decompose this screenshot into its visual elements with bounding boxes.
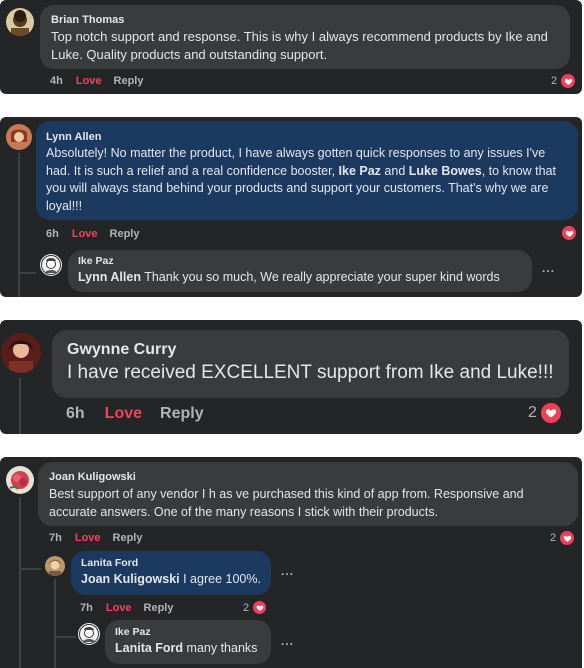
comment-bubble: Joan Kuligowski Best support of any vend… [38, 462, 578, 526]
reply-connector [19, 568, 41, 570]
comment-author[interactable]: Lynn Allen [46, 130, 568, 144]
comment-time[interactable]: 7h [49, 532, 62, 544]
reaction-count: 2 [243, 601, 250, 614]
reply-time[interactable]: 7h [80, 602, 93, 614]
comment-actions: 6h Love Reply [46, 228, 140, 240]
mention-joan-kuligowski[interactable]: Joan Kuligowski [81, 572, 180, 586]
comment-bubble: Brian Thomas Top notch support and respo… [40, 5, 570, 69]
comment-author[interactable]: Gwynne Curry [67, 340, 554, 360]
reply-actions: 7h Love Reply [80, 602, 174, 614]
more-options-icon[interactable]: ... [281, 564, 294, 578]
mention-lynn-allen[interactable]: Lynn Allen [78, 270, 141, 284]
heart-icon [251, 599, 269, 616]
reply-button[interactable]: Reply [113, 532, 143, 544]
reply-author[interactable]: Ike Paz [78, 255, 522, 268]
reply-text: Lanita Ford many thanks [115, 641, 258, 655]
thread-line [54, 579, 56, 668]
avatar-ike-paz[interactable] [40, 254, 62, 276]
reaction-summary[interactable]: 2 [528, 401, 563, 425]
avatar-brian-thomas[interactable] [6, 8, 34, 36]
love-button[interactable]: Love [75, 532, 101, 544]
thread-line [18, 153, 20, 297]
comment-bubble-highlighted: Lynn Allen Absolutely! No matter the pro… [36, 121, 578, 220]
reaction-summary[interactable] [560, 224, 578, 242]
mention-lanita-ford[interactable]: Lanita Ford [115, 641, 183, 655]
reply-button[interactable]: Reply [160, 405, 204, 423]
more-options-icon[interactable]: ... [281, 634, 294, 648]
comment-author[interactable]: Joan Kuligowski [49, 470, 567, 484]
comment-card-joan-kuligowski: Joan Kuligowski Best support of any vend… [0, 457, 582, 668]
comment-card-lynn-allen: Lynn Allen Absolutely! No matter the pro… [0, 117, 582, 297]
avatar-lanita-ford[interactable] [45, 556, 65, 576]
avatar-lynn-allen[interactable] [6, 124, 32, 150]
reply-author[interactable]: Lanita Ford [81, 557, 261, 570]
thread-line [19, 497, 21, 668]
love-button[interactable]: Love [76, 75, 102, 87]
avatar-ike-paz[interactable] [78, 623, 100, 645]
comment-card-brian-thomas: Brian Thomas Top notch support and respo… [0, 0, 582, 94]
love-button[interactable]: Love [105, 405, 142, 423]
heart-icon [559, 72, 578, 90]
reaction-summary[interactable]: 2 [551, 72, 578, 90]
reaction-count: 2 [528, 404, 537, 421]
reaction-summary[interactable]: 2 [550, 529, 577, 547]
comment-actions: 7h Love Reply [49, 532, 143, 544]
reply-text: Joan Kuligowski I agree 100%. [81, 572, 261, 586]
reaction-count: 2 [551, 75, 558, 87]
thread-line [19, 378, 21, 434]
mention-luke-bowes[interactable]: Luke Bowes [409, 164, 482, 178]
reply-connector [54, 636, 76, 638]
reply-bubble: Ike Paz Lynn Allen Thank you so much, We… [68, 250, 532, 292]
reaction-count: 2 [550, 532, 557, 544]
heart-icon [558, 529, 577, 547]
comment-text: Absolutely! No matter the product, I hav… [46, 146, 557, 213]
avatar-joan-kuligowski[interactable] [6, 466, 34, 494]
heart-icon [560, 224, 578, 242]
comment-time[interactable]: 4h [50, 75, 63, 87]
comment-text: Top notch support and response. This is … [51, 29, 548, 62]
reply-bubble-highlighted: Lanita Ford Joan Kuligowski I agree 100%… [71, 551, 271, 595]
comment-actions: 6h Love Reply [66, 405, 204, 423]
reply-button[interactable]: Reply [144, 602, 174, 614]
mention-ike-paz[interactable]: Ike Paz [339, 164, 381, 178]
comment-card-gwynne-curry: Gwynne Curry I have received EXCELLENT s… [0, 320, 582, 434]
reply-bubble: Ike Paz Lanita Ford many thanks [105, 620, 271, 664]
reply-button[interactable]: Reply [114, 75, 144, 87]
reply-author[interactable]: Ike Paz [115, 626, 261, 639]
reply-text: Lynn Allen Thank you so much, We really … [78, 270, 500, 284]
avatar-gwynne-curry[interactable] [1, 333, 41, 373]
comment-text: I have received EXCELLENT support from I… [67, 362, 554, 383]
love-button[interactable]: Love [106, 602, 132, 614]
comment-time[interactable]: 6h [66, 405, 85, 423]
comment-author[interactable]: Brian Thomas [51, 13, 559, 27]
comment-bubble: Gwynne Curry I have received EXCELLENT s… [52, 330, 569, 398]
reply-button[interactable]: Reply [110, 228, 140, 240]
more-options-icon[interactable]: ... [542, 261, 555, 275]
heart-icon [538, 401, 563, 425]
reply-connector [18, 272, 36, 274]
reaction-summary[interactable]: 2 [243, 599, 269, 616]
love-button[interactable]: Love [72, 228, 98, 240]
comment-text: Best support of any vendor I h as ve pur… [49, 487, 524, 519]
comment-actions: 4h Love Reply [50, 75, 144, 87]
comment-time[interactable]: 6h [46, 228, 59, 240]
